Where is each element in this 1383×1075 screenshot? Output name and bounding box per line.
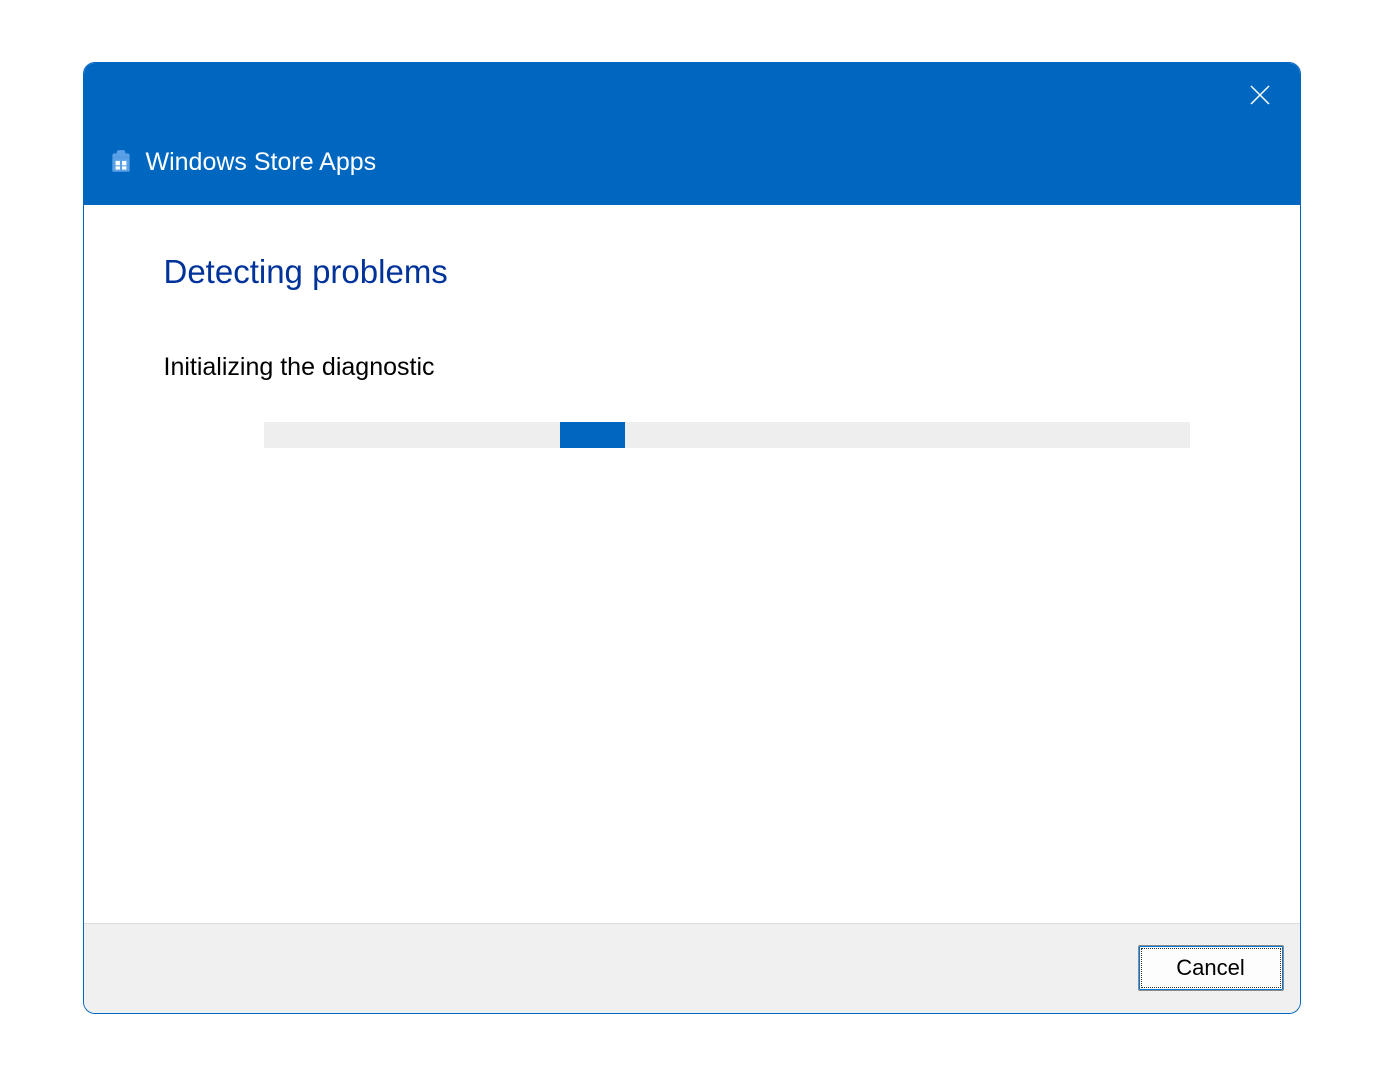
titlebar-content: Windows Store Apps (108, 148, 377, 177)
titlebar: Windows Store Apps (84, 63, 1300, 205)
footer: Cancel (84, 923, 1300, 1013)
progress-chunk (560, 422, 625, 448)
windows-store-icon (108, 149, 134, 175)
page-heading: Detecting problems (164, 253, 1220, 291)
close-button[interactable] (1242, 79, 1278, 115)
close-icon (1248, 83, 1272, 110)
status-text: Initializing the diagnostic (164, 353, 1220, 382)
troubleshooter-dialog: Windows Store Apps Detecting problems In… (83, 62, 1301, 1014)
cancel-button[interactable]: Cancel (1138, 945, 1284, 991)
content-area: Detecting problems Initializing the diag… (84, 205, 1300, 923)
progress-bar (264, 422, 1190, 448)
titlebar-title: Windows Store Apps (146, 148, 377, 177)
